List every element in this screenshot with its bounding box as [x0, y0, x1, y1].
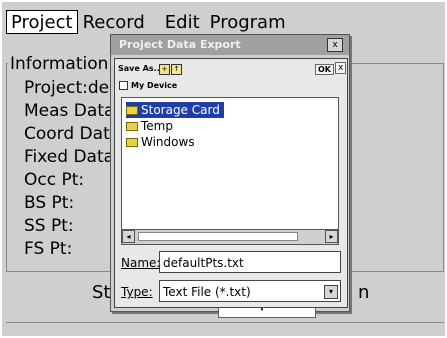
- list-item-label: Temp: [141, 119, 173, 133]
- save-as-ok-button[interactable]: OK: [315, 64, 334, 75]
- chevron-down-icon[interactable]: ▾: [324, 285, 338, 299]
- device-icon: [119, 81, 128, 90]
- scroll-left-icon[interactable]: ◂: [122, 230, 135, 243]
- menubar: Project Record Edit Program: [6, 10, 291, 34]
- info-fs-pt: FS Pt:: [24, 239, 73, 259]
- new-folder-icon[interactable]: +: [159, 64, 170, 75]
- horizontal-scrollbar[interactable]: ◂ ▸: [122, 229, 338, 244]
- name-input[interactable]: defaultPts.txt: [159, 251, 341, 273]
- save-as-dialog: Save As... + ↑ OK x My Device Storage Ca…: [114, 58, 348, 308]
- save-as-title: Save As...: [115, 59, 347, 79]
- menu-program[interactable]: Program: [205, 10, 291, 34]
- list-item-label: Storage Card: [141, 103, 220, 117]
- save-as-close-button[interactable]: x: [335, 62, 347, 74]
- info-fixed-data: Fixed Data: [24, 147, 115, 167]
- type-label: Type:: [121, 285, 153, 299]
- export-dialog-close-button[interactable]: x: [327, 38, 343, 52]
- list-item-label: Windows: [141, 135, 195, 149]
- location-label: My Device: [119, 81, 177, 90]
- type-select-value: Text File (*.txt): [163, 285, 251, 299]
- information-title: Information: [8, 54, 111, 74]
- right-button-partial[interactable]: n: [358, 282, 369, 303]
- info-coord-data: Coord Dat: [24, 124, 110, 144]
- folder-icon: [126, 106, 138, 115]
- file-list[interactable]: Storage Card Temp Windows ◂ ▸: [121, 97, 339, 245]
- info-meas-data: Meas Data: [24, 101, 115, 121]
- type-select[interactable]: Text File (*.txt) ▾: [159, 280, 341, 302]
- list-item-windows[interactable]: Windows: [126, 134, 199, 150]
- list-item-temp[interactable]: Temp: [126, 118, 177, 134]
- screen: Project Record Edit Program Information …: [0, 0, 447, 338]
- folder-icon: [126, 138, 138, 147]
- list-item-storage-card[interactable]: Storage Card: [126, 102, 224, 118]
- bottom-strip: [6, 322, 444, 337]
- menu-edit[interactable]: Edit: [160, 10, 205, 34]
- info-occ-pt: Occ Pt:: [24, 170, 85, 190]
- info-ss-pt: SS Pt:: [24, 216, 74, 236]
- scroll-thumb[interactable]: [138, 232, 298, 241]
- menu-record[interactable]: Record: [78, 10, 150, 34]
- folder-icon: [126, 122, 138, 131]
- info-project: Project:de: [24, 78, 110, 98]
- save-as-title-text: Save As...: [118, 64, 163, 73]
- menu-project[interactable]: Project: [6, 10, 78, 34]
- name-label: Name:: [121, 256, 161, 270]
- info-bs-pt: BS Pt:: [24, 193, 75, 213]
- scroll-right-icon[interactable]: ▸: [325, 230, 338, 243]
- export-dialog-title: Project Data Export: [111, 35, 349, 55]
- location-text: My Device: [131, 81, 178, 90]
- up-folder-icon[interactable]: ↑: [171, 64, 182, 75]
